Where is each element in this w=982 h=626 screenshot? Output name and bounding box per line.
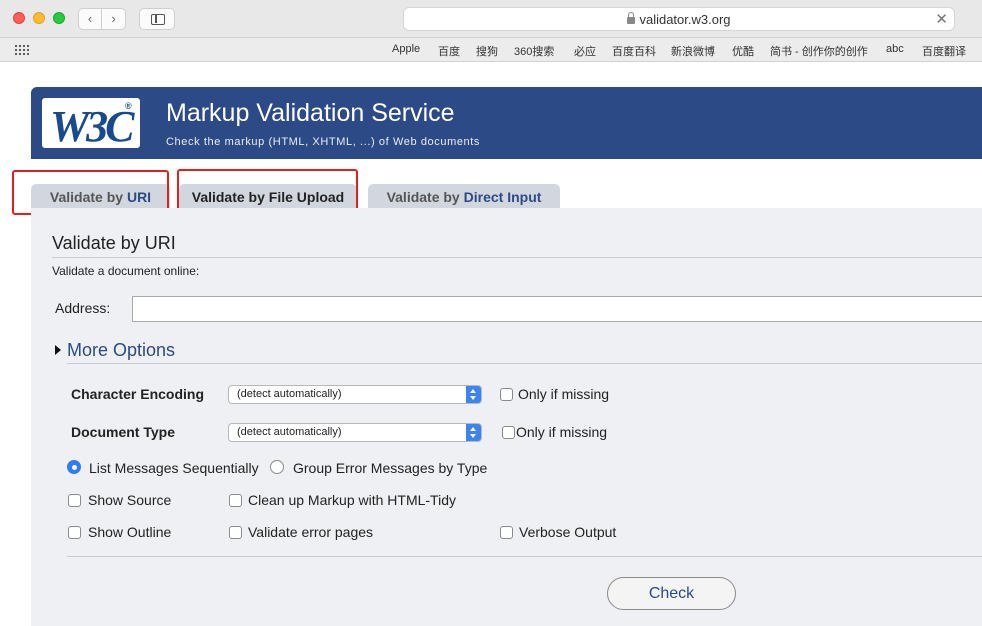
address-bar[interactable]: validator.w3.org ✕ — [403, 7, 955, 31]
bookmark-item[interactable]: 百度翻译 — [922, 43, 966, 59]
page-title: Markup Validation Service — [166, 99, 455, 127]
grid-icon[interactable] — [14, 44, 30, 55]
doctype-only-if-missing-checkbox[interactable] — [502, 426, 515, 439]
char-encoding-label: Character Encoding — [71, 386, 205, 402]
logo-text: W3C — [50, 102, 135, 151]
checkbox-label: Only if missing — [518, 386, 610, 402]
tab-label: Validate by — [386, 189, 464, 205]
checkbox-label: Only if missing — [516, 424, 608, 440]
checkbox-label: Validate error pages — [248, 524, 374, 540]
checkbox-label: Verbose Output — [519, 524, 617, 540]
registered-mark: ® — [125, 101, 132, 111]
back-button[interactable]: ‹ — [78, 8, 102, 30]
encoding-only-if-missing-checkbox[interactable] — [500, 388, 513, 401]
checkbox-label: Show Source — [88, 492, 172, 508]
section-description: Validate a document online: — [52, 264, 200, 278]
cleanup-tidy-checkbox[interactable] — [229, 494, 242, 507]
zoom-window-button[interactable] — [53, 12, 65, 24]
bookmark-item[interactable]: 必应 — [574, 43, 596, 59]
bookmark-item[interactable]: Apple — [392, 43, 420, 55]
chevron-left-icon: ‹ — [87, 11, 93, 26]
radio-label: List Messages Sequentially — [89, 460, 259, 476]
checkbox-label: Show Outline — [88, 524, 172, 540]
bookmark-item[interactable]: 百度 — [438, 43, 460, 59]
divider — [52, 257, 982, 258]
tab-label-accent: Direct Input — [463, 189, 542, 205]
url-text: validator.w3.org — [639, 12, 731, 27]
sidebar-icon — [151, 14, 165, 25]
bookmark-item[interactable]: 简书 - 创作你的创作 — [770, 43, 868, 59]
minimize-window-button[interactable] — [33, 12, 45, 24]
verbose-output-checkbox[interactable] — [500, 526, 513, 539]
forward-button[interactable]: › — [102, 8, 126, 30]
bookmark-item[interactable]: 新浪微博 — [671, 43, 715, 59]
validate-error-pages-checkbox[interactable] — [229, 526, 242, 539]
show-outline-checkbox[interactable] — [68, 526, 81, 539]
w3c-logo[interactable]: W3C ® — [42, 98, 140, 151]
more-options-toggle[interactable]: More Options — [67, 340, 175, 361]
divider — [67, 556, 982, 557]
bookmark-item[interactable]: abc — [886, 43, 904, 55]
select-value: (detect automatically) — [237, 388, 342, 400]
doctype-label: Document Type — [71, 424, 175, 440]
radio-label: Group Error Messages by Type — [293, 460, 488, 476]
sidebar-toggle-button[interactable] — [139, 8, 175, 30]
browser-titlebar: ‹ › validator.w3.org ✕ — [0, 0, 982, 38]
bookmark-item[interactable]: 百度百科 — [612, 43, 656, 59]
lock-icon — [627, 12, 636, 24]
checkbox-label: Clean up Markup with HTML-Tidy — [248, 492, 456, 508]
select-arrows-icon — [466, 386, 481, 403]
bookmark-item[interactable]: 优酷 — [732, 43, 754, 59]
char-encoding-select[interactable]: (detect automatically) — [228, 385, 482, 404]
header-banner: W3C ® Markup Validation Service Check th… — [31, 87, 982, 159]
select-arrows-icon — [466, 424, 481, 441]
check-button[interactable]: Check — [607, 577, 736, 610]
show-source-checkbox[interactable] — [68, 494, 81, 507]
section-title: Validate by URI — [52, 233, 176, 253]
address-input[interactable] — [132, 296, 982, 322]
tab-validate-by-direct-input[interactable]: Validate by Direct Input — [368, 184, 560, 208]
select-value: (detect automatically) — [237, 426, 342, 438]
bookmarks-bar: Apple 百度 搜狗 360搜索 必应 百度百科 新浪微博 优酷 简书 - 创… — [0, 38, 982, 62]
doctype-select[interactable]: (detect automatically) — [228, 423, 482, 442]
disclosure-triangle-icon[interactable] — [55, 345, 61, 355]
divider — [67, 363, 982, 364]
close-window-button[interactable] — [13, 12, 25, 24]
bookmark-item[interactable]: 360搜索 — [514, 43, 554, 59]
group-by-type-radio[interactable] — [270, 460, 284, 474]
stop-icon[interactable]: ✕ — [935, 10, 948, 28]
bookmark-item[interactable]: 搜狗 — [476, 43, 498, 59]
page-subtitle: Check the markup (HTML, XHTML, ...) of W… — [166, 136, 481, 148]
list-sequential-radio[interactable] — [67, 460, 81, 474]
chevron-right-icon: › — [111, 11, 116, 26]
address-label: Address: — [55, 300, 111, 316]
